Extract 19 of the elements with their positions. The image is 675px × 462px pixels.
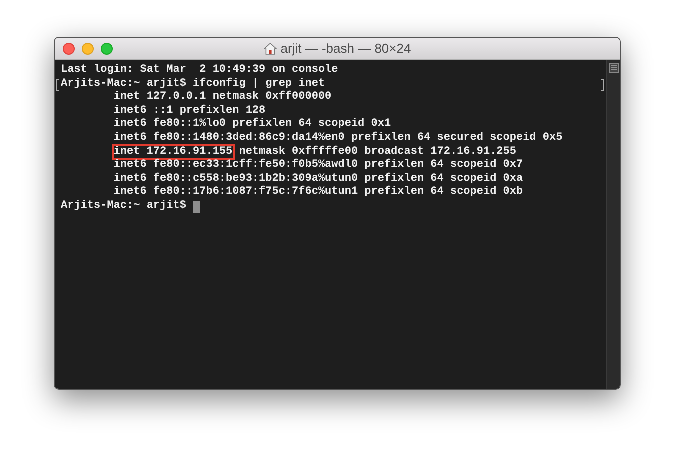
- house-icon: [264, 42, 277, 54]
- terminal-line: Arjits-Mac:~ arjit$: [61, 200, 188, 214]
- window-title: arjit — -bash — 80×24: [280, 40, 412, 58]
- terminal-line: inet6 ::1 prefixlen 128: [112, 104, 266, 118]
- minimize-button[interactable]: [82, 42, 94, 54]
- mark-bracket-icon: [601, 78, 604, 91]
- terminal-line: inet 127.0.0.1 netmask 0xff000000: [112, 91, 332, 104]
- terminal-line: Last login: Sat Mar 2 10:49:39 on console: [61, 64, 338, 78]
- terminal-line: inet6 fe80::1%lo0 prefixlen 64 scopeid 0x1: [112, 118, 392, 132]
- close-button[interactable]: [63, 42, 75, 54]
- list-icon[interactable]: [608, 63, 618, 73]
- terminal-line: Arjits-Mac:~ arjit$ ifconfig | grep inet: [61, 78, 326, 90]
- terminal-line: inet 172.16.91.155 netmask 0xfffffe00 broadcast 172.16.91.255: [110, 146, 516, 160]
- zoom-button[interactable]: [101, 42, 113, 54]
- terminal-line: inet6 fe80::ec33:1cff:fe50:f0b5%awdl0 prefixlen 64 scopeid 0x7: [112, 159, 524, 172]
- terminal-line: inet6 fe80::1480:3ded:86c9:da14%en0 prefixlen 64 secured scopeid 0x5: [112, 132, 563, 146]
- terminal-line: inet6 fe80::c558:be93:1b2b:309a%utun0 prefixlen 64 scopeid 0xa: [112, 172, 524, 186]
- terminal-line: inet6 fe80::17b6:1087:f75c:7f6c%utun1 prefixlen 64 scopeid 0xb: [112, 186, 524, 200]
- mark-bracket-icon: [56, 78, 59, 91]
